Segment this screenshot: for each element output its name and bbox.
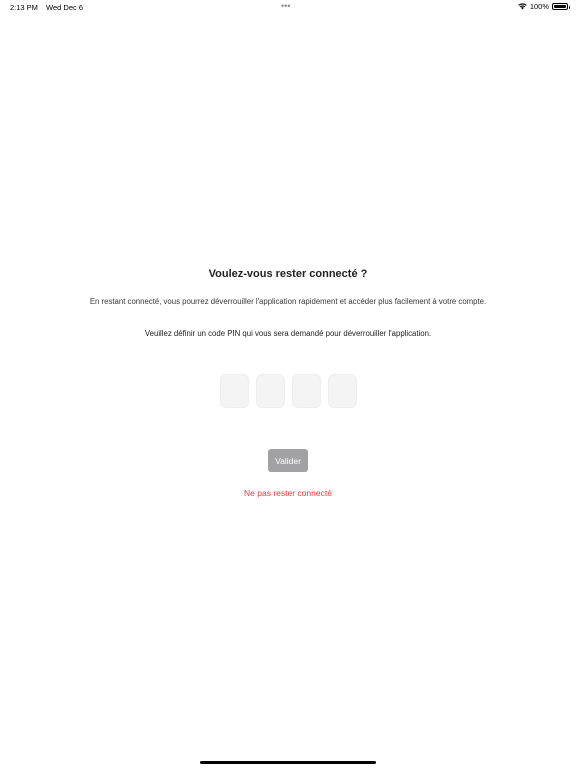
- pin-instruction: Veuillez définir un code PIN qui vous se…: [144, 329, 432, 338]
- page-title: Voulez-vous rester connecté ?: [208, 268, 368, 280]
- status-time-date: 2:13 PM Wed Dec 6: [10, 3, 89, 12]
- subtitle-text: En restant connecté, vous pourrez déverr…: [89, 297, 487, 306]
- screen: 2:13 PM Wed Dec 6 ••• 100% Voulez-vous r…: [0, 0, 576, 768]
- pin-digit-1[interactable]: [220, 374, 249, 408]
- status-time: 2:13 PM: [10, 3, 38, 12]
- status-bar: 2:13 PM Wed Dec 6 ••• 100%: [0, 0, 576, 14]
- pin-input-group: [220, 374, 357, 408]
- status-date: Wed Dec 6: [46, 3, 83, 12]
- wifi-icon: [518, 3, 527, 10]
- battery-percent: 100%: [529, 2, 549, 11]
- battery-tip: [568, 5, 570, 9]
- battery-fill: [554, 5, 566, 8]
- status-right: 100%: [518, 2, 570, 11]
- pin-digit-3[interactable]: [292, 374, 321, 408]
- decline-stay-connected-link[interactable]: Ne pas rester connecté: [0, 488, 576, 498]
- battery-icon: [552, 3, 570, 10]
- pin-digit-2[interactable]: [256, 374, 285, 408]
- home-indicator[interactable]: [200, 761, 376, 764]
- validate-button[interactable]: Valider: [268, 449, 308, 472]
- pin-digit-4[interactable]: [328, 374, 357, 408]
- ellipsis-icon[interactable]: •••: [281, 2, 290, 11]
